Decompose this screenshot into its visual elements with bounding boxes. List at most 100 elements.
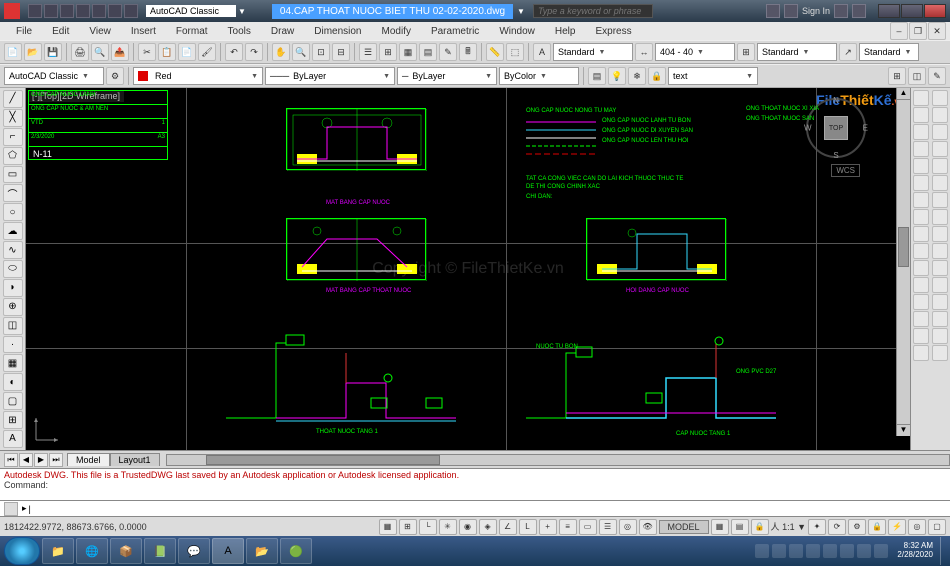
new-icon[interactable] xyxy=(28,4,42,18)
dim-continue-tool[interactable] xyxy=(932,243,948,259)
stretch-tool[interactable] xyxy=(913,226,929,242)
anno-scale-icon[interactable]: 🔒 xyxy=(751,519,769,535)
line-tool[interactable]: ╱ xyxy=(3,90,23,108)
center-mark-tool[interactable] xyxy=(932,311,948,327)
table-style-icon[interactable]: ⊞ xyxy=(737,43,755,61)
tab-last-button[interactable]: ⏭ xyxy=(49,453,63,467)
dim-quick-tool[interactable] xyxy=(932,209,948,225)
help-icon[interactable] xyxy=(852,4,866,18)
quickview-dwg-button[interactable]: ▤ xyxy=(731,519,749,535)
dim-arc-tool[interactable] xyxy=(932,124,948,140)
mtext-tool[interactable]: A xyxy=(3,430,23,448)
grid-toggle[interactable]: ⊞ xyxy=(399,519,417,535)
drawing-canvas[interactable]: [-][Top][2D Wireframe] FileThiếtKế.vn Co… xyxy=(26,88,910,450)
dc-button[interactable]: ⊞ xyxy=(379,43,397,61)
dim-edit-tool[interactable] xyxy=(932,328,948,344)
help-search-input[interactable] xyxy=(533,4,653,18)
open-icon[interactable] xyxy=(44,4,58,18)
scale-tool[interactable] xyxy=(913,209,929,225)
menu-dimension[interactable]: Dimension xyxy=(304,24,371,39)
tray-up-icon[interactable] xyxy=(755,544,769,558)
3dosnap-toggle[interactable]: ◈ xyxy=(479,519,497,535)
dim-space-tool[interactable] xyxy=(932,260,948,276)
rectangle-tool[interactable]: ▭ xyxy=(3,166,23,184)
doc-dropdown-icon[interactable]: ▼ xyxy=(517,7,525,16)
zoom-prev-button[interactable]: ⊟ xyxy=(332,43,350,61)
match-button[interactable]: 🖌 xyxy=(198,43,216,61)
show-desktop-button[interactable] xyxy=(940,537,946,565)
child-minimize-button[interactable]: – xyxy=(890,22,908,40)
ellipse-arc-tool[interactable]: ◗ xyxy=(3,279,23,297)
offset-tool[interactable] xyxy=(913,141,929,157)
taskbar-skype-icon[interactable]: 💬 xyxy=(178,538,210,564)
revcloud-tool[interactable]: ☁ xyxy=(3,222,23,240)
maximize-button[interactable] xyxy=(901,4,923,18)
tab-layout1[interactable]: Layout1 xyxy=(110,453,160,466)
dyn-toggle[interactable]: + xyxy=(539,519,557,535)
close-button[interactable] xyxy=(924,4,946,18)
start-button[interactable] xyxy=(4,537,40,565)
undo-icon[interactable] xyxy=(108,4,122,18)
dim-style-dropdown[interactable]: 404 - 40▼ xyxy=(655,43,735,61)
tolerance-tool[interactable] xyxy=(932,294,948,310)
taskbar-folder-icon[interactable]: 📂 xyxy=(246,538,278,564)
osnap-toggle[interactable]: ◉ xyxy=(459,519,477,535)
vertical-scrollbar[interactable]: ▲ ▼ xyxy=(896,88,910,436)
preview-button[interactable]: 🔍 xyxy=(91,43,109,61)
dim-radius-tool[interactable] xyxy=(932,158,948,174)
markup-button[interactable]: ✎ xyxy=(439,43,457,61)
linetype-dropdown[interactable]: ───ByLayer▼ xyxy=(265,67,395,85)
dim-diameter-tool[interactable] xyxy=(932,175,948,191)
taskbar-clock[interactable]: 8:32 AM 2/28/2020 xyxy=(897,542,933,560)
lineweight-dropdown[interactable]: ─ByLayer▼ xyxy=(397,67,497,85)
taskbar-app1-icon[interactable]: 📗 xyxy=(144,538,176,564)
trim-tool[interactable] xyxy=(913,243,929,259)
signin-user-icon[interactable] xyxy=(784,4,798,18)
ws-switch-button[interactable]: ⚙ xyxy=(848,519,866,535)
menu-draw[interactable]: Draw xyxy=(261,24,304,39)
mleader-style-dropdown[interactable]: Standard▼ xyxy=(859,43,919,61)
model-space-button[interactable]: MODEL xyxy=(659,520,709,534)
lwt-toggle[interactable]: ≡ xyxy=(559,519,577,535)
signin-label[interactable]: Sign In xyxy=(802,6,830,16)
tray-blue-icon[interactable] xyxy=(857,544,871,558)
anno-auto-toggle[interactable]: ⟳ xyxy=(828,519,846,535)
taskbar-chrome-icon[interactable]: 🌐 xyxy=(76,538,108,564)
plot-icon[interactable] xyxy=(92,4,106,18)
dim-update-tool[interactable] xyxy=(932,345,948,361)
hardware-accel-button[interactable]: ⚡ xyxy=(888,519,906,535)
taskbar-autocad-icon[interactable]: A xyxy=(212,538,244,564)
workspace-selector[interactable]: AutoCAD Classic ▼ xyxy=(144,5,246,17)
ellipse-tool[interactable]: ⬭ xyxy=(3,260,23,278)
taskbar-explorer-icon[interactable]: 📁 xyxy=(42,538,74,564)
menu-modify[interactable]: Modify xyxy=(372,24,421,39)
taskbar-coccoc-icon[interactable]: 🟢 xyxy=(280,538,312,564)
copy-button[interactable]: 📋 xyxy=(158,43,176,61)
isolate-button[interactable]: ◎ xyxy=(908,519,926,535)
layer-on-icon[interactable]: 💡 xyxy=(608,67,626,85)
gradient-tool[interactable]: ◐ xyxy=(3,373,23,391)
sc-toggle[interactable]: ◎ xyxy=(619,519,637,535)
tab-next-button[interactable]: ▶ xyxy=(34,453,48,467)
block-insert-button[interactable]: ⊞ xyxy=(888,67,906,85)
text-style-icon[interactable]: A xyxy=(533,43,551,61)
dim-baseline-tool[interactable] xyxy=(932,226,948,242)
quickview-layouts-button[interactable]: ▦ xyxy=(711,519,729,535)
explode-tool[interactable] xyxy=(913,345,929,361)
sheet-set-button[interactable]: ▤ xyxy=(419,43,437,61)
block-create-button[interactable]: ◫ xyxy=(908,67,926,85)
taskbar-winrar-icon[interactable]: 📦 xyxy=(110,538,142,564)
region-tool[interactable]: ▢ xyxy=(3,392,23,410)
child-close-button[interactable]: ✕ xyxy=(928,22,946,40)
paste-button[interactable]: 📄 xyxy=(178,43,196,61)
xline-tool[interactable]: ╳ xyxy=(3,109,23,127)
tray-app-icon[interactable] xyxy=(840,544,854,558)
tpy-toggle[interactable]: ▭ xyxy=(579,519,597,535)
join-tool[interactable] xyxy=(913,294,929,310)
tab-model[interactable]: Model xyxy=(67,453,110,466)
app-icon[interactable] xyxy=(4,3,20,19)
otrack-toggle[interactable]: ∠ xyxy=(499,519,517,535)
dim-aligned-tool[interactable] xyxy=(932,107,948,123)
pline-tool[interactable]: ⌐ xyxy=(3,128,23,146)
block-tool[interactable]: ◫ xyxy=(3,317,23,335)
